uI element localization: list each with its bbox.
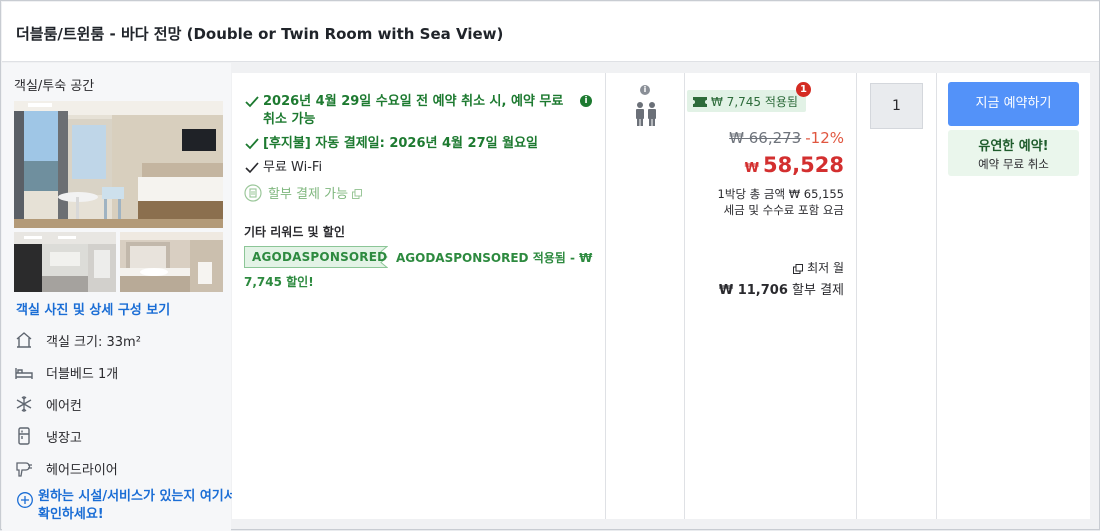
more-amenities-label: 원하는 시설/서비스가 있는지 여기서 확인하세요! — [38, 489, 236, 522]
discount-applied-pill: ₩ 7,745 적용됨 — [687, 90, 806, 112]
benefit-text: 2026년 4월 29일 수요일 전 예약 취소 시, 예약 무료 취소 가능 — [263, 94, 564, 127]
final-price: ₩58,528 — [745, 153, 844, 177]
benefit-text: 무료 Wi-Fi — [263, 160, 323, 175]
booking-cell: 지금 예약하기 유연한 예약! 예약 무료 취소 — [937, 73, 1090, 519]
flexible-booking-box: 유연한 예약! 예약 무료 취소 — [948, 130, 1079, 176]
feature-room-size: 객실 크기: 33m² — [14, 329, 141, 351]
currency-symbol: ₩ — [744, 161, 759, 176]
check-icon — [244, 93, 260, 111]
discount-percent: -12% — [805, 129, 844, 147]
promo-code-tag: AGODASPONSORED — [244, 246, 388, 268]
room-photo-bathroom-image — [120, 232, 223, 292]
room-info-column: 객실/투숙 공간 객실 사진 및 상세 구성 보기 객실 크기: 33m² 더블… — [2, 63, 236, 531]
hairdryer-icon — [14, 458, 34, 478]
discount-pill-text: ₩ 7,745 적용됨 — [711, 94, 798, 109]
room-photo-bathroom[interactable] — [120, 232, 223, 292]
house-icon — [14, 330, 34, 350]
info-icon[interactable]: i — [640, 85, 650, 95]
offer-card: 2026년 4월 29일 수요일 전 예약 취소 시, 예약 무료 취소 가능 … — [232, 73, 1090, 519]
price-cell: ₩ 7,745 적용됨 1 ₩ 66,273 -12% ₩58,528 1박당 총… — [685, 73, 857, 519]
feature-fridge: 냉장고 — [14, 425, 82, 447]
other-rewards-label: 기타 리워드 및 할인 — [244, 225, 345, 239]
feature-label: 더블베드 1개 — [46, 366, 119, 382]
room-photo-main[interactable] — [14, 101, 223, 228]
per-night-total: 1박당 총 금액 ₩ 65,155 — [717, 187, 844, 201]
benefit-pay-later: [후지불] 자동 결제일: 2026년 4월 27일 월요일 — [244, 135, 594, 153]
flexible-booking-subtitle: 예약 무료 취소 — [978, 157, 1049, 171]
benefit-wifi: 무료 Wi-Fi — [244, 159, 322, 177]
more-amenities-link[interactable]: 원하는 시설/서비스가 있는지 여기서 확인하세요! — [16, 488, 238, 524]
promo-code-text: AGODASPONSORED — [252, 250, 388, 264]
check-icon — [244, 135, 260, 153]
feature-aircon: 에어컨 — [14, 393, 82, 415]
room-quantity-select[interactable]: 1 — [870, 83, 923, 129]
final-price-amount: 58,528 — [762, 153, 844, 177]
bed-icon — [14, 362, 34, 382]
room-photo-bedroom — [14, 101, 223, 228]
monthly-amount: ₩ 11,706 — [718, 283, 788, 298]
room-photo-kitchen-image — [14, 232, 116, 292]
info-icon[interactable]: i — [580, 95, 592, 107]
two-people-icon — [633, 101, 659, 127]
monthly-suffix: 할부 결제 — [792, 283, 844, 298]
plus-circle-icon — [16, 491, 34, 509]
external-link-icon — [793, 263, 804, 274]
tax-note: 세금 및 수수료 포함 요금 — [723, 203, 844, 217]
quantity-cell: 1 — [857, 73, 937, 519]
flexible-booking-title: 유연한 예약! — [978, 139, 1049, 154]
min-month-label: 최저 월 — [807, 261, 844, 275]
external-link-icon — [352, 188, 363, 199]
original-price: ₩ 66,273 -12% — [729, 129, 844, 147]
feature-label: 객실 크기: 33m² — [46, 334, 141, 350]
benefit-text: [후지불] 자동 결제일: 2026년 4월 27일 월요일 — [263, 136, 538, 151]
room-offer-panel: 더블룸/트윈룸 - 바다 전망 (Double or Twin Room wit… — [0, 0, 1100, 531]
feature-hairdryer: 헤어드라이어 — [14, 457, 118, 479]
feature-label: 냉장고 — [46, 430, 82, 446]
installment-available[interactable]: 할부 결제 가능 — [244, 183, 363, 202]
installment-icon — [244, 183, 262, 202]
view-room-photos-link[interactable]: 객실 사진 및 상세 구성 보기 — [16, 299, 170, 318]
room-title: 더블룸/트윈룸 - 바다 전망 (Double or Twin Room wit… — [16, 25, 504, 43]
min-monthly-link[interactable]: 최저 월 — [793, 259, 844, 276]
fridge-icon — [14, 426, 34, 446]
space-label: 객실/투숙 공간 — [14, 79, 95, 94]
notification-badge: 1 — [796, 82, 811, 97]
feature-bed: 더블베드 1개 — [14, 361, 118, 383]
benefits-cell: 2026년 4월 29일 수요일 전 예약 취소 시, 예약 무료 취소 가능 … — [232, 73, 606, 519]
feature-label: 에어컨 — [46, 398, 82, 414]
room-photo-kitchen[interactable] — [14, 232, 116, 292]
book-now-button[interactable]: 지금 예약하기 — [948, 82, 1079, 126]
room-header: 더블룸/트윈룸 - 바다 전망 (Double or Twin Room wit… — [2, 2, 1099, 62]
check-icon — [244, 159, 260, 177]
snowflake-icon — [14, 394, 34, 414]
feature-label: 헤어드라이어 — [46, 462, 118, 478]
monthly-installment: ₩ 11,706 할부 결제 — [719, 279, 844, 298]
occupancy-cell: i — [606, 73, 685, 519]
installment-label: 할부 결제 가능 — [268, 187, 349, 202]
benefit-free-cancel: 2026년 4월 29일 수요일 전 예약 취소 시, 예약 무료 취소 가능 — [244, 93, 574, 129]
ticket-icon — [693, 96, 707, 107]
original-price-value: ₩ 66,273 — [729, 129, 802, 147]
